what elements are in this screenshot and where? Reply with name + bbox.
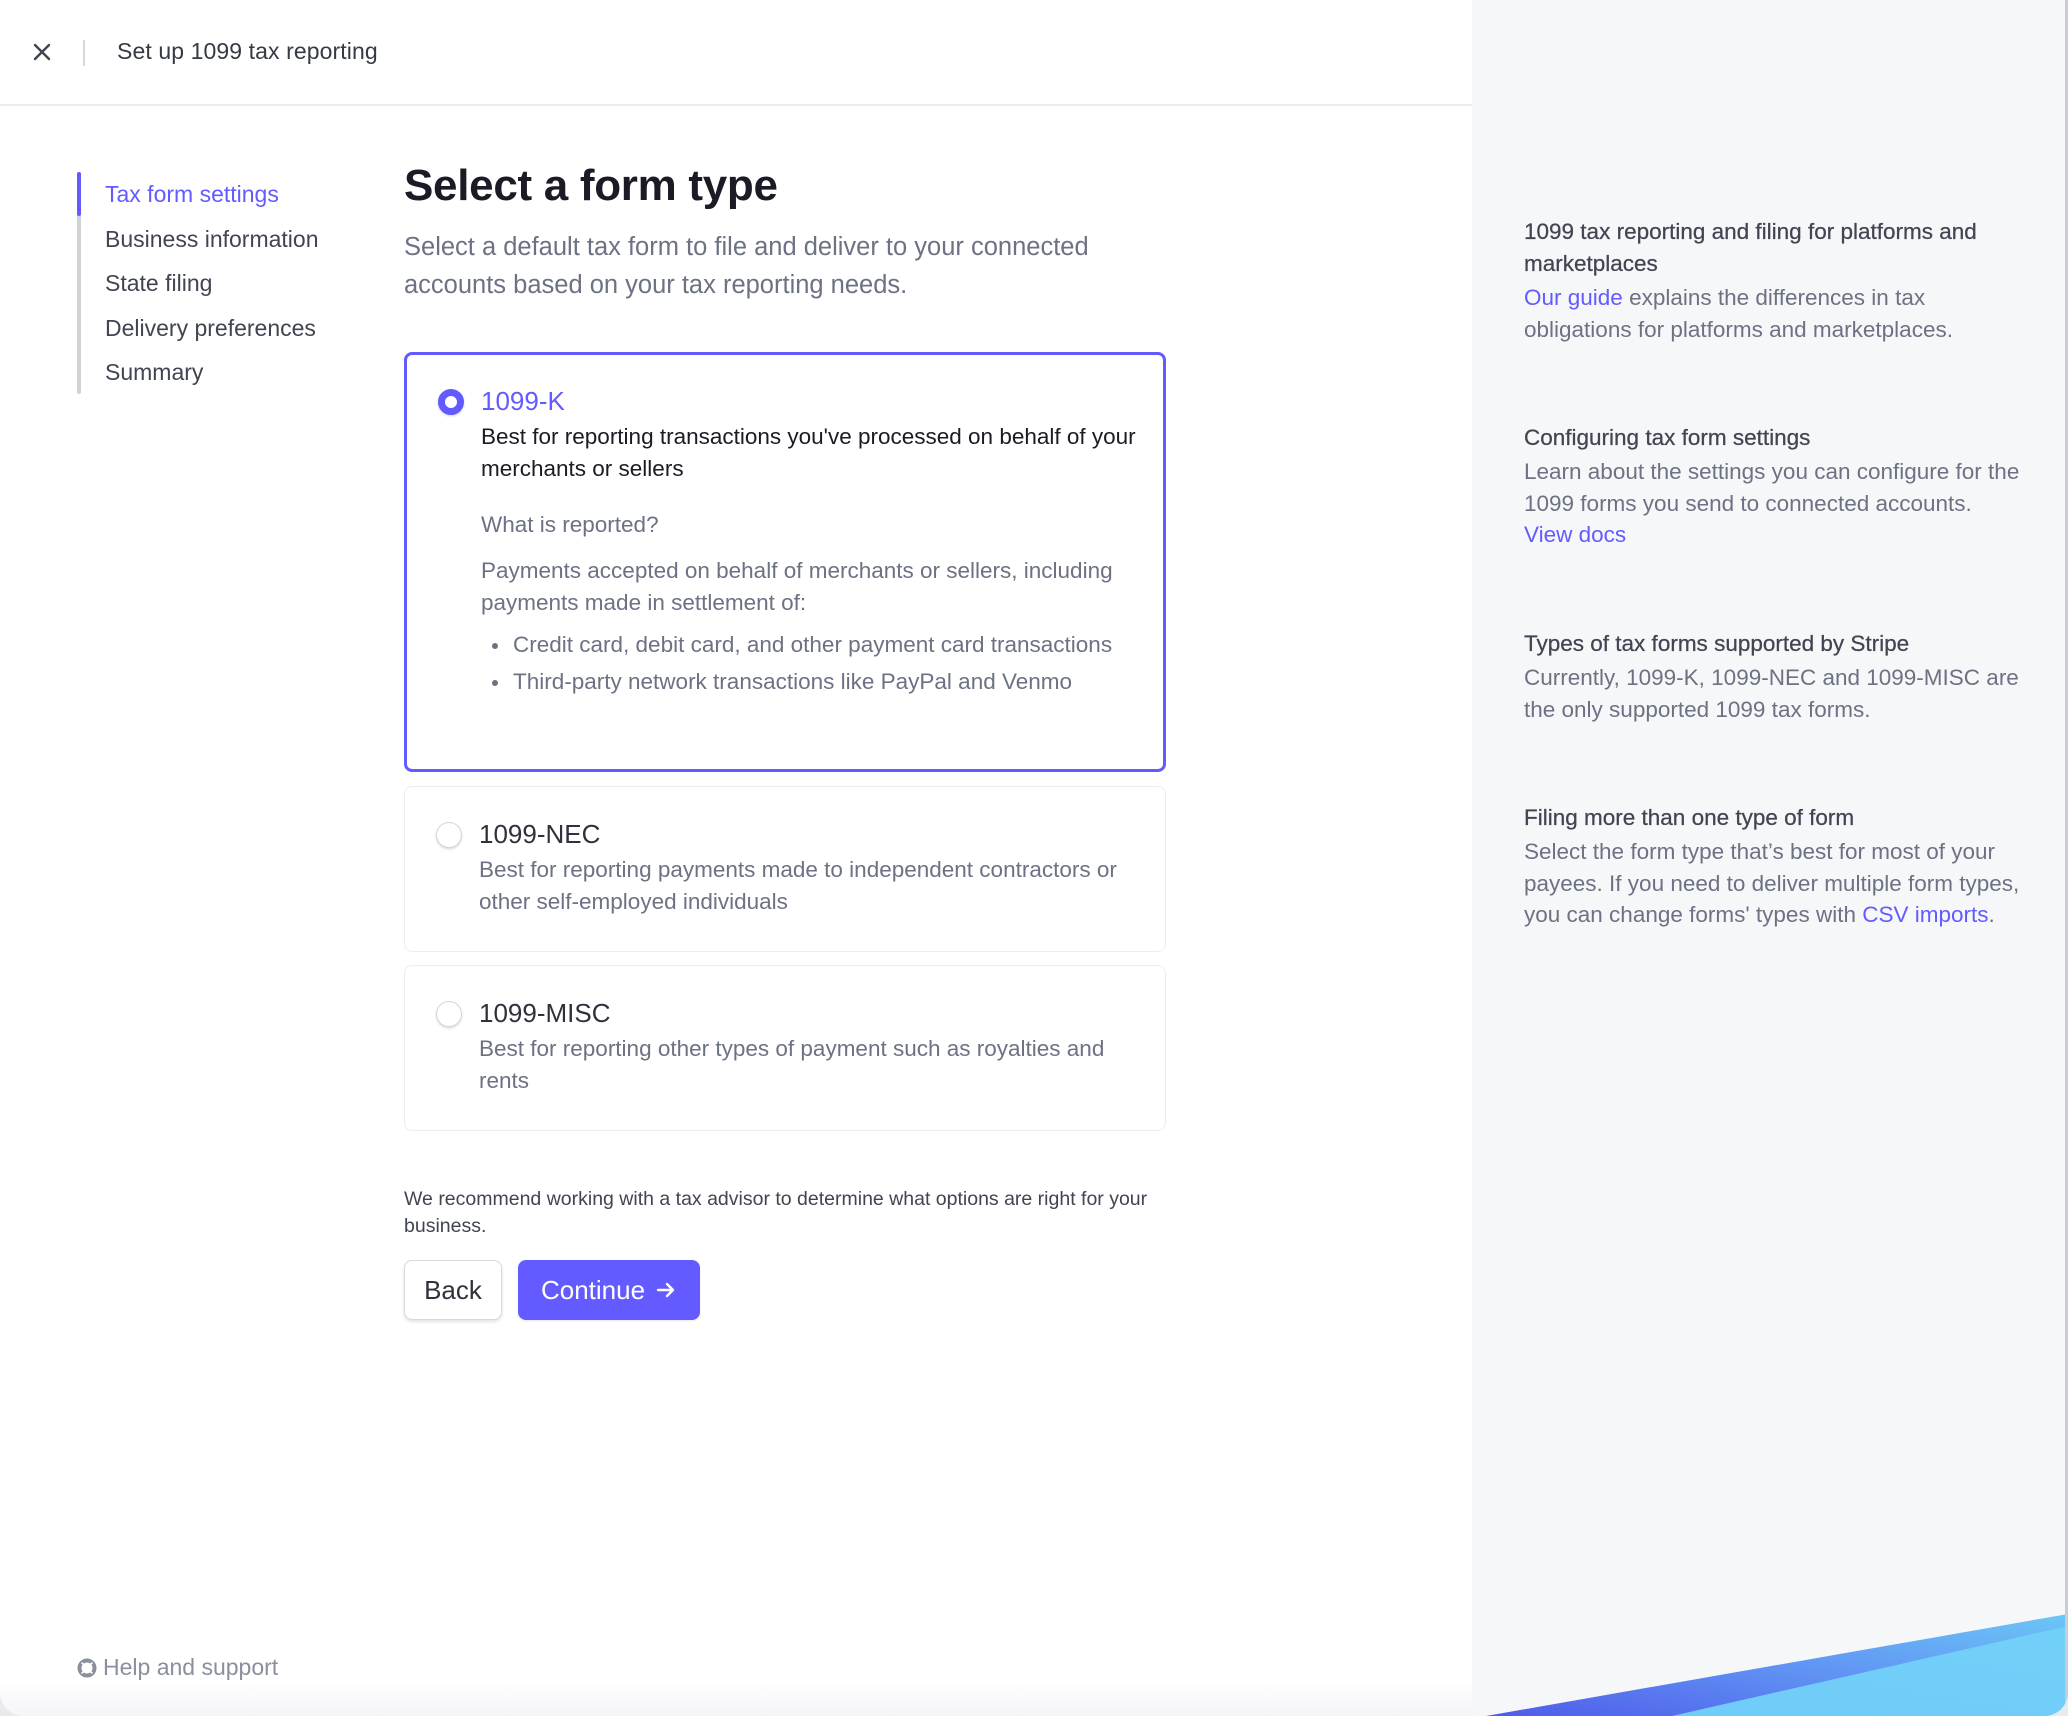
info-text: Currently, 1099-K, 1099-NEC and 1099-MIS… (1524, 665, 2019, 722)
option-description: Best for reporting payments made to inde… (479, 857, 1117, 914)
setup-window: Set up 1099 tax reporting Tax form setti… (0, 0, 2068, 1716)
form-option-1099-nec[interactable]: 1099-NEC Best for reporting payments mad… (404, 786, 1166, 952)
option-title: 1099-K (481, 386, 565, 416)
csv-imports-link[interactable]: CSV imports (1862, 902, 1988, 927)
info-text: Learn about the settings you can configu… (1524, 456, 2024, 551)
info-heading: Filing more than one type of form (1524, 805, 1855, 830)
lifebuoy-icon (77, 1658, 97, 1677)
step-delivery-preferences[interactable]: Delivery preferences (105, 314, 319, 359)
back-button-label: Back (424, 1274, 482, 1305)
info-panel: 1099 tax reporting and filing for platfo… (1472, 0, 2068, 1716)
info-text-tail: . (1988, 902, 1995, 927)
form-option-1099-misc[interactable]: 1099-MISC Best for reporting other types… (404, 965, 1166, 1131)
header: Set up 1099 tax reporting (0, 0, 1472, 106)
help-label: Help and support (103, 1654, 279, 1680)
header-divider (83, 40, 85, 66)
step-summary[interactable]: Summary (105, 358, 319, 403)
info-text: Select the form type that’s best for mos… (1524, 836, 2024, 931)
advisor-note: We recommend working with a tax advisor … (404, 1188, 1148, 1237)
info-text: Our guide explains the differences in ta… (1524, 282, 2024, 345)
option-title: 1099-MISC (479, 998, 611, 1028)
info-section-configuring: Configuring tax form settings Learn abou… (1524, 422, 2024, 551)
main-content: Select a form type Select a default tax … (404, 160, 1170, 1320)
close-button[interactable] (26, 36, 58, 68)
radio-1099-nec[interactable] (436, 822, 462, 848)
option-bullet-list: Credit card, debit card, and other payme… (481, 629, 1141, 703)
radio-1099-misc[interactable] (436, 1001, 462, 1027)
help-and-support-link[interactable]: Help and support (77, 1654, 278, 1681)
info-section-supported-forms: Types of tax forms supported by Stripe C… (1524, 628, 2024, 725)
continue-button-label: Continue (540, 1274, 646, 1305)
arrow-right-icon (656, 1282, 675, 1298)
bottom-fade (0, 1680, 1472, 1716)
info-section-multiple-forms: Filing more than one type of form Select… (1524, 802, 2024, 931)
radio-1099-k[interactable] (438, 389, 464, 415)
step-tax-form-settings[interactable]: Tax form settings (105, 180, 319, 225)
page-subtitle: Select a default tax form to file and de… (404, 233, 1089, 299)
form-option-1099-k[interactable]: 1099-K Best for reporting transactions y… (404, 352, 1166, 772)
header-title: Set up 1099 tax reporting (117, 38, 378, 64)
info-heading: Configuring tax form settings (1524, 425, 1811, 450)
info-text-body: Learn about the settings you can configu… (1524, 459, 2020, 516)
info-heading: 1099 tax reporting and filing for platfo… (1524, 219, 1977, 276)
step-progress-active-indicator (77, 172, 81, 216)
option-description: Best for reporting transactions you've p… (481, 424, 1136, 481)
option-body: Payments accepted on behalf of merchants… (481, 558, 1113, 615)
continue-button[interactable]: Continue (518, 1260, 700, 1320)
step-state-filing[interactable]: State filing (105, 269, 319, 314)
info-heading: Types of tax forms supported by Stripe (1524, 631, 1910, 656)
step-list: Tax form settings Business information S… (105, 180, 319, 403)
option-bullet: Credit card, debit card, and other payme… (481, 629, 1141, 661)
back-button[interactable]: Back (404, 1260, 502, 1320)
close-icon (33, 43, 51, 61)
option-subheading: What is reported? (481, 512, 659, 537)
decorative-gradient-graphic (1486, 1614, 2068, 1716)
info-section-platforms: 1099 tax reporting and filing for platfo… (1524, 216, 2024, 345)
option-description: Best for reporting other types of paymen… (479, 1036, 1105, 1093)
step-business-information[interactable]: Business information (105, 225, 319, 270)
view-docs-link[interactable]: View docs (1524, 522, 1626, 547)
option-title: 1099-NEC (479, 819, 601, 849)
page-title: Select a form type (404, 161, 778, 210)
option-bullet: Third-party network transactions like Pa… (481, 666, 1141, 698)
our-guide-link[interactable]: Our guide (1524, 285, 1623, 310)
